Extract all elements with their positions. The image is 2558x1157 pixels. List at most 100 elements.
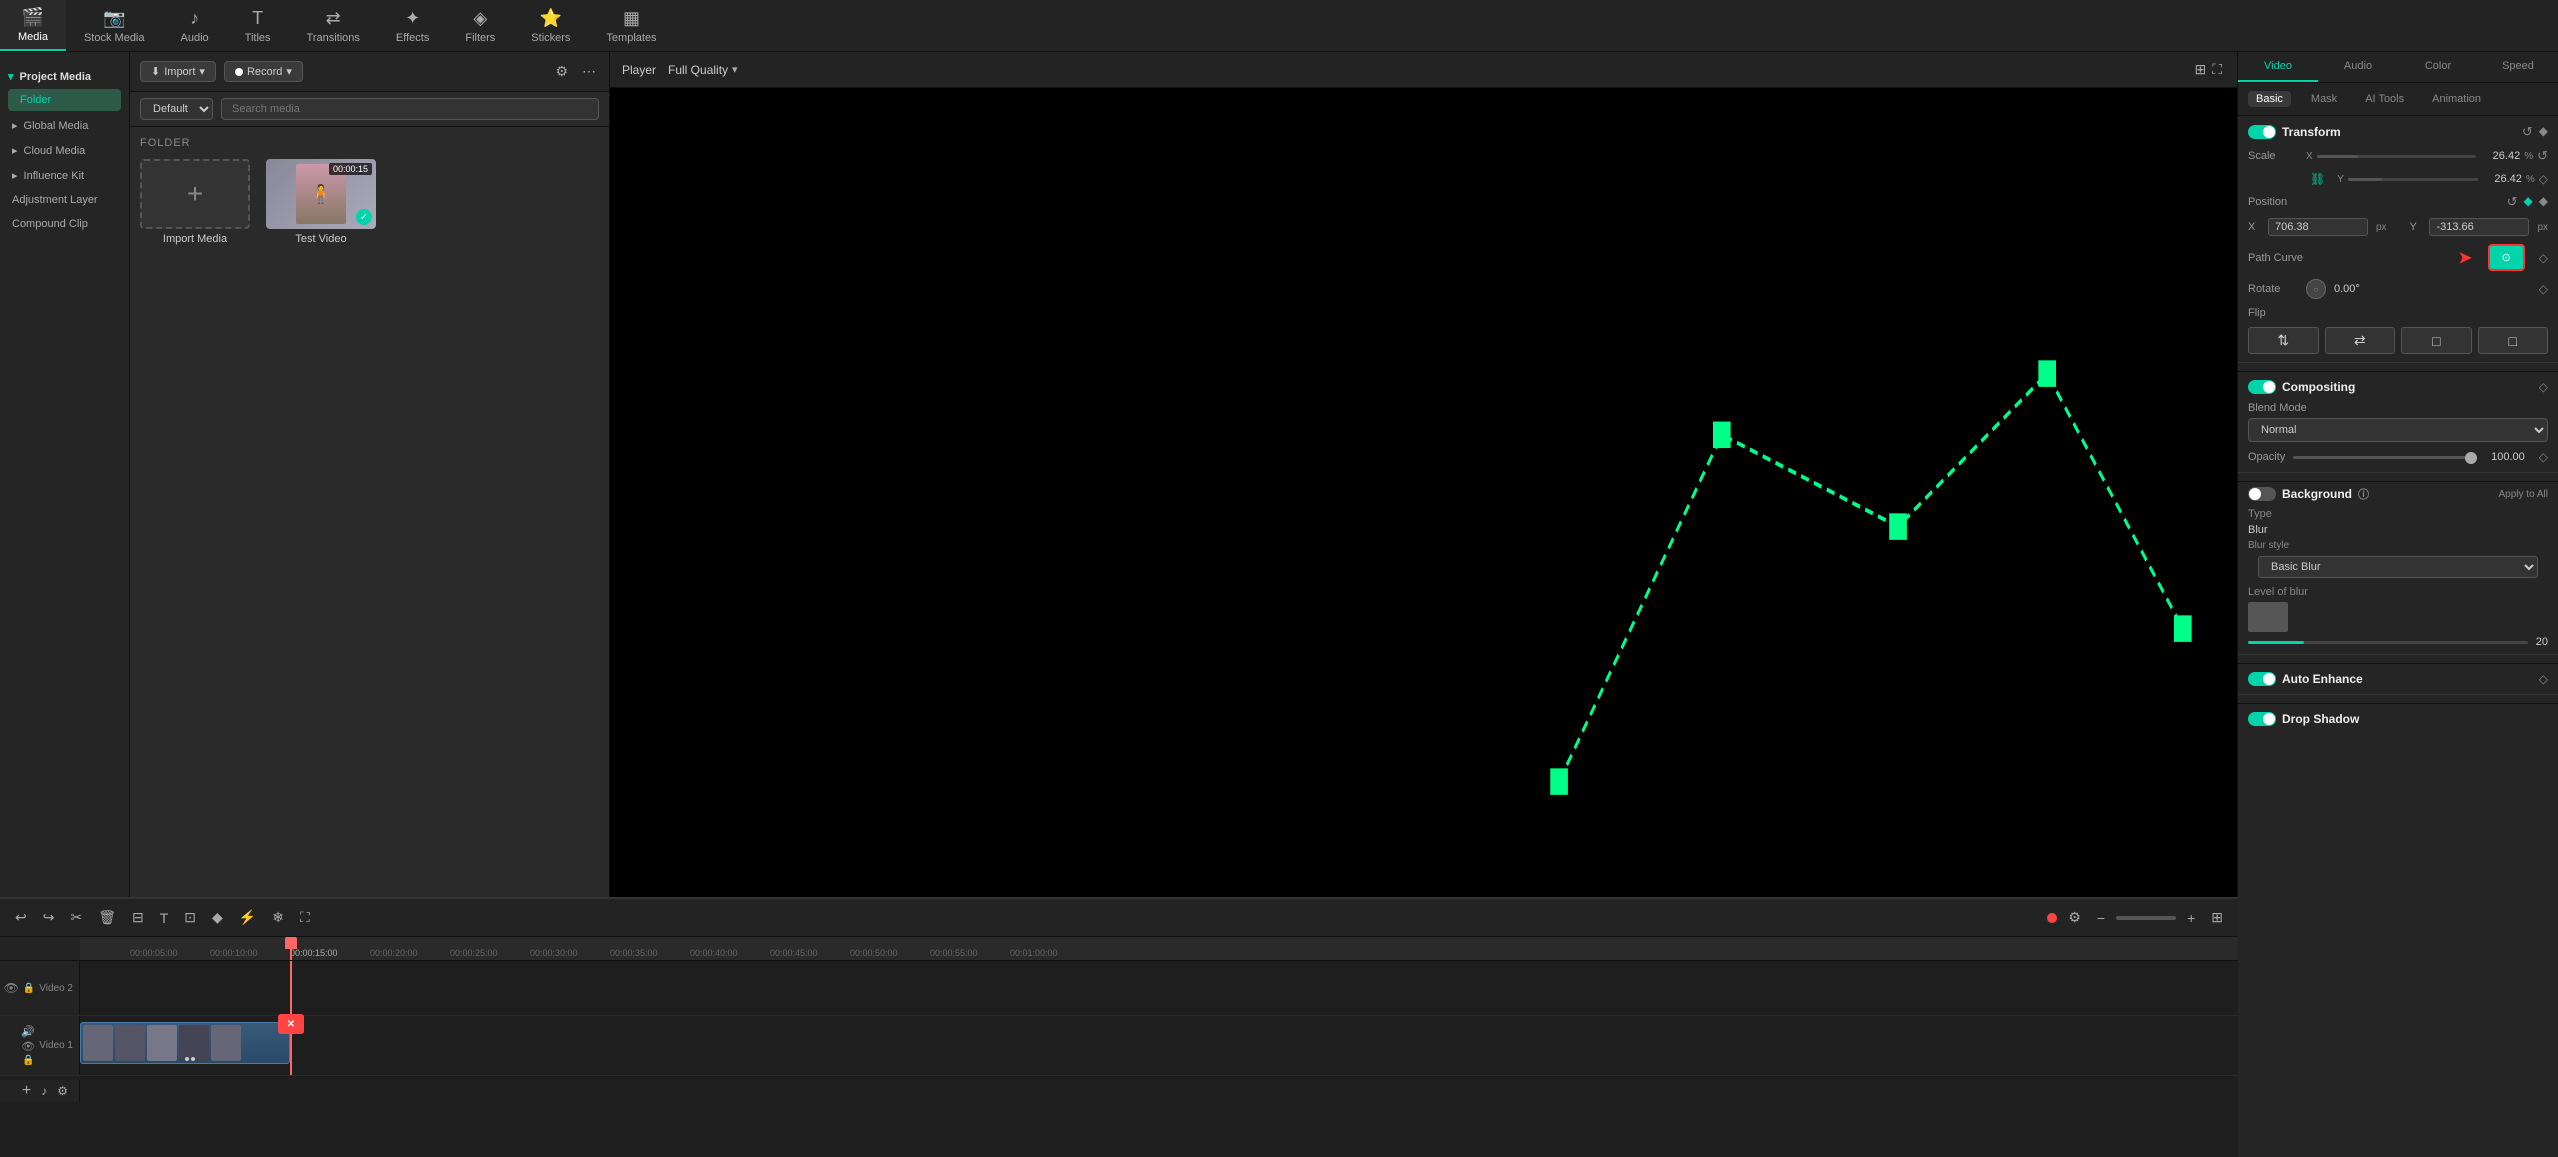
import-button[interactable]: ⬇ Import ▾ [140, 61, 216, 82]
text-button[interactable]: T [155, 908, 174, 928]
scale-y-icon: Y [2337, 174, 2344, 185]
track1-eye-icon[interactable]: 👁 [21, 1040, 35, 1053]
drop-shadow-section: Drop Shadow [2238, 703, 2558, 730]
transform-keyframe-icon[interactable]: ◆ [2539, 124, 2548, 140]
tab-color[interactable]: Color [2398, 52, 2478, 82]
add-track-icon[interactable]: + [19, 1079, 34, 1103]
position-y-input[interactable] [2429, 218, 2529, 236]
crop-button[interactable]: ⛶ [295, 907, 315, 928]
transform-toggle[interactable] [2248, 125, 2276, 139]
type-row: Type [2238, 506, 2558, 522]
flip-horizontal-button[interactable]: ⇄ [2325, 327, 2396, 354]
subtab-basic[interactable]: Basic [2248, 91, 2291, 107]
flip-option4-button[interactable]: □ [2478, 327, 2549, 354]
sidebar-item-adjustment-layer[interactable]: Adjustment Layer [0, 188, 129, 212]
grid-view-icon[interactable]: ⊞ [2191, 58, 2209, 81]
record-dropdown-icon: ▾ [286, 65, 292, 78]
import-media-item[interactable]: + Import Media [140, 159, 250, 245]
drop-shadow-toggle[interactable] [2248, 712, 2276, 726]
add-audio-track-icon[interactable]: ♪ [38, 1081, 50, 1101]
scale-chain-link-icon[interactable]: ⛓ [2306, 172, 2329, 186]
position-x-input[interactable] [2268, 218, 2368, 236]
opacity-slider[interactable] [2293, 456, 2476, 459]
clip-test-video[interactable] [80, 1022, 290, 1064]
compositing-toggle[interactable] [2248, 380, 2276, 394]
record-indicator[interactable] [2047, 913, 2057, 923]
tab-speed[interactable]: Speed [2478, 52, 2558, 82]
subtitle-button[interactable]: ⊡ [179, 907, 201, 928]
scale-y-keyframe-icon[interactable]: ◇ [2539, 172, 2548, 186]
tab-transitions[interactable]: ⇄ Transitions [289, 0, 378, 51]
scale-label: Scale [2248, 150, 2298, 162]
position-keyframe-add-icon[interactable]: ◆ [2524, 194, 2533, 210]
subtab-mask[interactable]: Mask [2303, 91, 2345, 107]
sidebar-item-project-media[interactable]: ▾ Project Media [0, 60, 129, 87]
search-input[interactable] [221, 98, 599, 120]
scale-x-slider[interactable] [2317, 155, 2477, 158]
track1-lock-icon[interactable]: 🔒 [22, 1055, 34, 1066]
compositing-keyframe-icon[interactable]: ◇ [2539, 380, 2548, 394]
tl-zoom-out-icon[interactable]: − [2092, 908, 2110, 928]
rotate-dial[interactable]: ○ [2306, 279, 2326, 299]
subtab-ai-tools[interactable]: AI Tools [2357, 91, 2412, 107]
playhead-knob-video1[interactable]: ✕ [278, 1014, 304, 1034]
filter-icon[interactable]: ⚙ [552, 60, 571, 83]
track1-speaker-icon[interactable]: 🔊 [21, 1025, 35, 1038]
tab-video[interactable]: Video [2238, 52, 2318, 82]
tab-audio[interactable]: ♪ Audio [163, 0, 227, 51]
blend-mode-select[interactable]: Normal [2248, 418, 2548, 442]
track-eye-icon[interactable]: 👁 [4, 981, 19, 995]
sidebar-item-global-media[interactable]: ▸ Global Media [0, 113, 129, 138]
flip-option3-button[interactable]: □ [2401, 327, 2472, 354]
speed-button[interactable]: ⚡ [234, 907, 261, 928]
cut-button[interactable]: ✂ [65, 907, 87, 928]
record-button[interactable]: Record ▾ [224, 61, 303, 82]
path-curve-keyframe-icon[interactable]: ◇ [2539, 251, 2548, 265]
opacity-keyframe-icon[interactable]: ◇ [2539, 450, 2548, 464]
tab-audio[interactable]: Audio [2318, 52, 2398, 82]
scale-reset-icon[interactable]: ↺ [2537, 148, 2548, 164]
track-lock-icon[interactable]: 🔒 [23, 983, 35, 994]
background-toggle[interactable] [2248, 487, 2276, 501]
quality-dropdown-icon[interactable]: ▾ [732, 63, 738, 76]
split-button[interactable]: ⊟ [127, 907, 149, 928]
tl-zoom-in-icon[interactable]: + [2182, 908, 2200, 928]
test-video-item[interactable]: 00:00:15 🧍 ✓ Test Video [266, 159, 376, 245]
blur-style-select[interactable]: Basic Blur [2258, 556, 2538, 578]
tab-stickers[interactable]: ⭐ Stickers [513, 0, 588, 51]
tab-templates[interactable]: ▦ Templates [588, 0, 674, 51]
tab-media[interactable]: 🎬 Media [0, 0, 66, 51]
sidebar-item-influence-kit[interactable]: ▸ Influence Kit [0, 163, 129, 188]
subtab-animation[interactable]: Animation [2424, 91, 2489, 107]
apply-to-all-button[interactable]: Apply to All [2499, 489, 2548, 500]
position-reset-icon[interactable]: ↺ [2507, 194, 2518, 210]
blur-slider[interactable] [2248, 641, 2528, 644]
tl-zoom-bar[interactable] [2116, 916, 2176, 920]
tl-settings-icon[interactable]: ⚙ [2063, 907, 2086, 928]
tab-stock-media[interactable]: 📷 Stock Media [66, 0, 163, 51]
position-keyframe-icon[interactable]: ◆ [2539, 194, 2548, 210]
auto-enhance-keyframe-icon[interactable]: ◇ [2539, 672, 2548, 686]
tab-filters[interactable]: ◈ Filters [447, 0, 513, 51]
delete-button[interactable]: 🗑 [93, 907, 121, 928]
more-options-icon[interactable]: ⋯ [579, 60, 599, 83]
sidebar-item-folder[interactable]: Folder [8, 89, 121, 111]
scale-y-slider[interactable] [2348, 178, 2478, 181]
transform-reset-icon[interactable]: ↺ [2522, 124, 2533, 140]
fullscreen-icon[interactable]: ⛶ [2209, 58, 2225, 81]
path-curve-button[interactable]: ⊙ [2488, 244, 2525, 271]
redo-button[interactable]: ↪ [38, 907, 60, 928]
track-settings-icon[interactable]: ⚙ [54, 1081, 71, 1101]
marker-button[interactable]: ◆ [207, 907, 228, 928]
auto-enhance-toggle[interactable] [2248, 672, 2276, 686]
tab-effects[interactable]: ✦ Effects [378, 0, 447, 51]
default-select[interactable]: Default [140, 98, 213, 120]
sidebar-item-compound-clip[interactable]: Compound Clip [0, 212, 129, 236]
tab-titles[interactable]: T Titles [227, 0, 289, 51]
freeze-button[interactable]: ❄ [267, 907, 289, 928]
rotate-keyframe-icon[interactable]: ◇ [2539, 282, 2548, 296]
flip-vertical-button[interactable]: ⇅ [2248, 327, 2319, 354]
tl-grid-icon[interactable]: ⊞ [2206, 907, 2228, 928]
undo-button[interactable]: ↩ [10, 907, 32, 928]
sidebar-item-cloud-media[interactable]: ▸ Cloud Media [0, 138, 129, 163]
